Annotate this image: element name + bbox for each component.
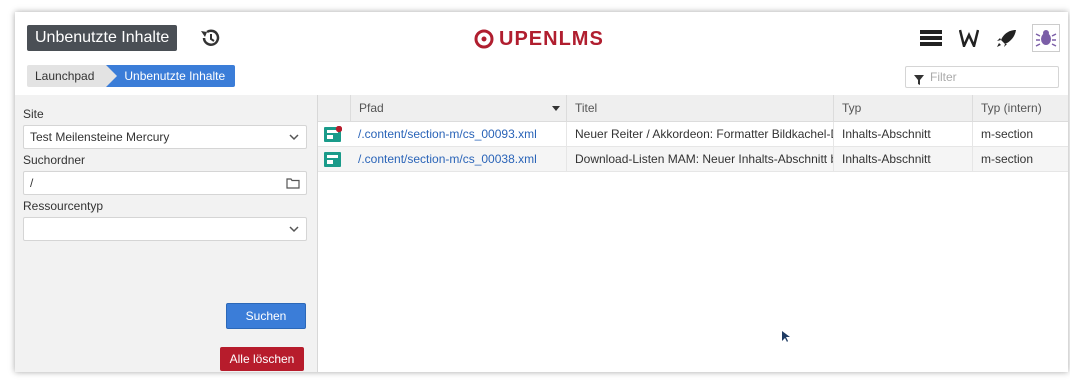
- search-form-panel: Site Test Meilensteine Mercury Suchordne…: [15, 95, 318, 372]
- row-type-internal: m-section: [972, 147, 1068, 171]
- search-button[interactable]: Suchen: [226, 303, 306, 329]
- table-row[interactable]: /.content/section-m/cs_00093.xml Neuer R…: [318, 122, 1068, 147]
- clear-all-button[interactable]: Alle löschen: [220, 347, 304, 371]
- folder-input[interactable]: /: [23, 171, 307, 195]
- folder-label: Suchordner: [23, 153, 86, 167]
- chevron-down-icon: [288, 221, 300, 243]
- table-row[interactable]: /.content/section-m/cs_00038.xml Downloa…: [318, 147, 1068, 172]
- history-icon[interactable]: [197, 26, 223, 50]
- content-section-icon: [324, 125, 343, 142]
- filter-icon: [914, 71, 924, 91]
- filter-input[interactable]: Filter: [905, 66, 1059, 88]
- breadcrumb-label: Launchpad: [35, 69, 95, 83]
- folder-icon[interactable]: [286, 175, 300, 197]
- folder-value: /: [30, 176, 34, 190]
- breadcrumb: Launchpad Unbenutzte Inhalte: [27, 65, 236, 87]
- site-value: Test Meilensteine Mercury: [30, 130, 170, 144]
- wiki-icon[interactable]: [956, 25, 982, 51]
- column-label: Pfad: [359, 101, 384, 115]
- page-title: Unbenutzte Inhalte: [27, 25, 178, 51]
- row-path[interactable]: /.content/section-m/cs_00038.xml: [350, 147, 566, 171]
- table-header: Pfad Titel Typ Typ (intern): [318, 95, 1068, 122]
- column-header-type-internal[interactable]: Typ (intern): [972, 95, 1068, 121]
- row-type: Inhalts-Abschnitt: [833, 147, 972, 171]
- bug-icon[interactable]: [1032, 24, 1060, 52]
- logo: UPENLMS: [473, 26, 604, 52]
- filter-placeholder: Filter: [930, 70, 957, 84]
- mouse-cursor-icon: [782, 330, 792, 348]
- row-title: Download-Listen MAM: Neuer Inhalts-Absch…: [566, 147, 833, 171]
- site-select[interactable]: Test Meilensteine Mercury: [23, 125, 307, 149]
- logo-icon: [474, 29, 494, 49]
- column-header-type[interactable]: Typ: [833, 95, 972, 121]
- resource-type-label: Ressourcentyp: [23, 199, 104, 213]
- logo-text: UPENLMS: [499, 27, 604, 50]
- content-section-icon: [324, 151, 342, 167]
- breadcrumb-item-current[interactable]: Unbenutzte Inhalte: [106, 65, 236, 87]
- chevron-down-icon: [288, 129, 300, 151]
- breadcrumb-separator: [106, 65, 118, 87]
- sort-desc-icon[interactable]: [552, 95, 560, 121]
- row-title: Neuer Reiter / Akkordeon: Formatter Bild…: [566, 122, 833, 146]
- row-path[interactable]: /.content/section-m/cs_00093.xml: [350, 122, 566, 146]
- row-type: Inhalts-Abschnitt: [833, 122, 972, 146]
- column-header-path[interactable]: Pfad: [350, 95, 566, 121]
- site-label: Site: [23, 107, 44, 121]
- results-table: Pfad Titel Typ Typ (intern) /.content/se…: [318, 95, 1068, 172]
- column-header-title[interactable]: Titel: [566, 95, 833, 121]
- breadcrumb-item-launchpad[interactable]: Launchpad: [27, 65, 118, 87]
- resource-type-select[interactable]: [23, 217, 307, 241]
- app-window: Unbenutzte Inhalte UPENLMS Launchpad Unb…: [15, 12, 1068, 372]
- rocket-icon[interactable]: [994, 25, 1020, 51]
- menu-icon[interactable]: [918, 25, 944, 51]
- row-type-internal: m-section: [972, 122, 1068, 146]
